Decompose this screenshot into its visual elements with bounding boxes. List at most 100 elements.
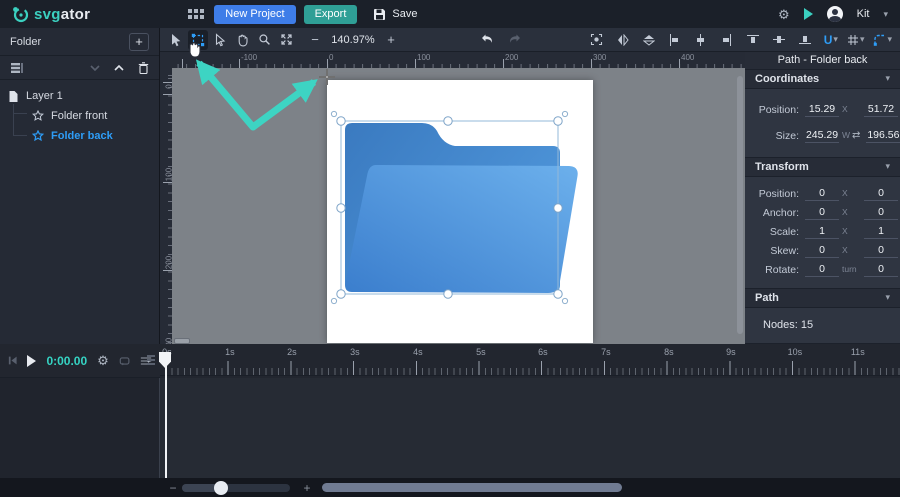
transform-rotate-label: Rotate:: [765, 264, 799, 277]
snapping-dropdown[interactable]: U ▾: [824, 33, 838, 47]
add-layer-button[interactable]: +: [129, 32, 149, 51]
transform-rotate-turn-input[interactable]: 0: [805, 263, 839, 278]
new-project-button[interactable]: New Project: [214, 4, 296, 24]
project-title: Folder: [10, 35, 42, 48]
flip-horizontal-button[interactable]: [639, 30, 659, 50]
align-bottom-button[interactable]: [795, 30, 815, 50]
size-h-input[interactable]: 196.56: [866, 129, 900, 143]
align-middle-vertical-button[interactable]: [769, 30, 789, 50]
align-right-button[interactable]: [717, 30, 737, 50]
rotate-handle: [330, 110, 338, 118]
timeline-zoom-out-button[interactable]: −: [166, 481, 180, 495]
coordinates-section-header[interactable]: Coordinates ▾: [745, 70, 900, 89]
timeline-zoom-in-button[interactable]: +: [300, 481, 314, 495]
arrange-tools: U ▾ ▾ ▾: [585, 30, 900, 50]
node-tool-button[interactable]: [210, 30, 230, 50]
transform-scale-y-input[interactable]: 1: [864, 225, 898, 240]
save-button[interactable]: Save: [373, 8, 417, 21]
artboard[interactable]: [327, 80, 593, 343]
resize-handle-tr: [553, 116, 563, 126]
user-menu-caret-icon[interactable]: ▾: [883, 9, 888, 19]
path-section: Nodes: 15: [745, 307, 900, 344]
position-label: Position:: [758, 103, 799, 116]
redo-icon[interactable]: [506, 33, 522, 46]
select-tool-button[interactable]: [166, 30, 186, 50]
position-x-input[interactable]: 15.29: [805, 103, 839, 117]
zoom-tool-button[interactable]: [254, 30, 274, 50]
svgator-logo-icon: [13, 6, 29, 22]
transform-anchor-x-input[interactable]: 0: [805, 206, 839, 221]
settings-gear-icon[interactable]: ⚙: [778, 8, 790, 21]
timeline-rows-icon[interactable]: [146, 354, 156, 367]
canvas-area[interactable]: -100 0 100 200 300 400 0 100 200 300: [160, 52, 745, 344]
flip-vertical-button[interactable]: [613, 30, 633, 50]
timeline-play-button[interactable]: [27, 354, 37, 367]
grid-caret-icon: ▾: [859, 34, 865, 44]
layer-item-folder-back[interactable]: Folder back: [0, 126, 159, 146]
coordinates-section: Position: 15.29X 51.72Y Size: 245.29W ⇄ …: [745, 88, 900, 158]
path-options-dropdown[interactable]: ▾: [873, 34, 892, 46]
loop-icon[interactable]: [119, 355, 130, 367]
transform-position-y-input[interactable]: 0: [864, 187, 898, 202]
timeline-zoom-slider[interactable]: [182, 480, 290, 495]
transform-tool-button[interactable]: [188, 29, 208, 50]
layer-item-folder-front[interactable]: Folder front: [0, 106, 159, 126]
layer-label: Folder front: [51, 110, 108, 122]
tree-connector: [13, 104, 14, 135]
grid-dropdown[interactable]: ▾: [847, 34, 865, 46]
user-avatar[interactable]: [826, 6, 843, 22]
align-center-horizontal-button[interactable]: [691, 30, 711, 50]
history-controls: [480, 33, 522, 46]
user-name[interactable]: Kit: [857, 8, 870, 20]
align-top-button[interactable]: [743, 30, 763, 50]
current-time-display[interactable]: 0:00.00: [46, 354, 87, 368]
export-button[interactable]: Export: [303, 4, 358, 24]
transform-skew-x-input[interactable]: 0: [805, 244, 839, 259]
layers-list-icon[interactable]: [10, 62, 24, 74]
vertical-ruler: 0 100 200 300: [160, 68, 174, 344]
position-y-input[interactable]: 51.72: [864, 103, 898, 117]
transform-position-x-input[interactable]: 0: [805, 187, 839, 202]
align-left-button[interactable]: [665, 30, 685, 50]
timeline-horizontal-scrollbar[interactable]: [322, 483, 622, 492]
hand-tool-button[interactable]: [232, 30, 252, 50]
layers-toolbar: [0, 56, 159, 80]
timeline-bottom-bar: − +: [0, 478, 900, 497]
undo-icon[interactable]: [480, 33, 496, 46]
folder-artwork[interactable]: [327, 80, 593, 343]
fit-to-screen-button[interactable]: [276, 30, 296, 50]
move-down-icon[interactable]: [90, 64, 100, 71]
skip-to-start-icon[interactable]: [8, 355, 17, 366]
playhead-line[interactable]: [165, 364, 167, 478]
zoom-out-button[interactable]: −: [306, 32, 324, 47]
resize-handle-tl: [336, 116, 346, 126]
unit-w: W: [842, 129, 851, 140]
timeline-ruler[interactable]: 0s 1s 2s 3s 4s 5s 6s 7s 8s 9s 10s 11s: [160, 344, 900, 376]
link-dimensions-icon[interactable]: ⇄: [852, 130, 860, 141]
size-w-input[interactable]: 245.29: [805, 129, 839, 143]
move-up-icon[interactable]: [114, 64, 124, 71]
canvas-vertical-scrollbar[interactable]: [737, 76, 743, 334]
page-icon: [9, 90, 18, 102]
transform-rotate-deg-input[interactable]: 0: [864, 263, 898, 278]
transform-anchor-y-input[interactable]: 0: [864, 206, 898, 221]
path-section-header[interactable]: Path ▾: [745, 289, 900, 308]
apps-grid-icon[interactable]: [188, 9, 205, 19]
transform-section-header[interactable]: Transform ▾: [745, 158, 900, 177]
svgator-logo[interactable]: svgator: [0, 6, 90, 23]
preview-play-icon[interactable]: [803, 8, 813, 20]
timeline-track-area[interactable]: [160, 378, 900, 478]
transform-skew-y-input[interactable]: 0: [864, 244, 898, 259]
timeline-controls: 0:00.00 ⚙: [0, 344, 160, 378]
zoom-level-value[interactable]: 140.97%: [324, 34, 382, 46]
transform-scale-x-input[interactable]: 1: [805, 225, 839, 240]
logo-text: svgator: [34, 5, 91, 23]
timeline-zoom-knob[interactable]: [214, 480, 228, 495]
zoom-in-button[interactable]: +: [382, 32, 400, 47]
delete-layer-icon[interactable]: [138, 61, 149, 74]
resize-handle-bm: [443, 289, 453, 299]
layer-label: Folder back: [51, 130, 113, 142]
layer-item-layer1[interactable]: Layer 1: [0, 86, 159, 106]
focus-selection-button[interactable]: [587, 30, 607, 50]
timeline-settings-icon[interactable]: ⚙: [97, 354, 109, 367]
